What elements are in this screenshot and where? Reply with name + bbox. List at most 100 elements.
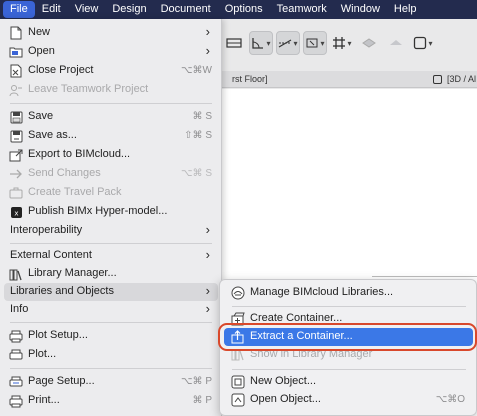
bimx-icon: x xyxy=(9,205,23,219)
menu-item-save-as[interactable]: Save as... ⇧⌘ S xyxy=(4,127,218,145)
view-mode-button[interactable]: ▾ xyxy=(411,31,435,55)
shortcut-label: ⌥⌘W xyxy=(181,65,212,76)
new-document-icon xyxy=(9,26,23,40)
open-object-icon xyxy=(231,393,245,407)
menu-separator xyxy=(10,368,212,369)
menu-teamwork[interactable]: Teamwork xyxy=(270,0,334,19)
export-bimcloud-icon xyxy=(9,148,23,162)
menu-edit[interactable]: Edit xyxy=(35,0,68,19)
layer-tool-button[interactable] xyxy=(357,31,381,55)
wall-tool-button[interactable] xyxy=(222,31,246,55)
fill-icon xyxy=(390,40,402,45)
wall-icon xyxy=(226,38,242,48)
svg-text:x: x xyxy=(14,209,18,217)
submenu-item-manage-bimcloud-libraries[interactable]: Manage BIMcloud Libraries... xyxy=(224,284,473,302)
menu-file[interactable]: File xyxy=(3,1,35,18)
slab-tool-button[interactable]: ▾ xyxy=(276,31,300,55)
plot-setup-icon xyxy=(9,329,23,343)
dropdown-arrow: ▾ xyxy=(266,38,271,48)
shortcut-label: ⌘ P xyxy=(192,395,212,406)
fill-tool-button[interactable] xyxy=(384,31,408,55)
menu-separator xyxy=(232,369,466,370)
mesh-icon xyxy=(306,38,318,48)
menu-item-page-setup[interactable]: Page Setup... ⌥⌘ P xyxy=(4,373,218,391)
menu-item-publish-bimx[interactable]: x Publish BIMx Hyper-model... xyxy=(4,203,218,221)
menu-item-label: Create Travel Pack xyxy=(28,186,122,198)
menu-item-new[interactable]: New › xyxy=(4,24,218,42)
menu-item-label: Leave Teamwork Project xyxy=(28,83,149,95)
submenu-item-new-object[interactable]: New Object... xyxy=(224,373,473,391)
menu-item-library-manager[interactable]: Library Manager... xyxy=(4,265,218,283)
menu-separator xyxy=(10,243,212,244)
menu-separator xyxy=(10,322,212,323)
menu-item-close-project[interactable]: Close Project ⌥⌘W xyxy=(4,62,218,80)
menu-item-leave-teamwork: Leave Teamwork Project xyxy=(4,81,218,99)
menu-item-interoperability[interactable]: Interoperability › xyxy=(4,222,218,240)
submenu-arrow-icon: › xyxy=(205,301,210,316)
submenu-item-open-object[interactable]: Open Object... ⌥⌘O xyxy=(224,391,473,409)
menu-item-open[interactable]: Open › xyxy=(4,43,218,61)
menu-item-libraries-and-objects[interactable]: Libraries and Objects › xyxy=(4,283,218,301)
grid-icon xyxy=(333,37,346,49)
menu-item-info[interactable]: Info › xyxy=(4,301,218,319)
menu-item-send-changes: Send Changes ⌥⌘ S xyxy=(4,165,218,183)
tab-3d-label: [3D / Al xyxy=(447,74,477,84)
menu-item-label: Library Manager... xyxy=(28,267,117,279)
toolbar: ▾ ▾ ▾ ▾ ▾ xyxy=(222,26,477,60)
library-manager-icon xyxy=(9,267,23,281)
menu-item-external-content[interactable]: External Content › xyxy=(4,247,218,265)
menu-item-label: Open xyxy=(28,45,55,57)
open-folder-icon xyxy=(9,45,23,59)
bimcloud-libraries-icon xyxy=(231,286,245,300)
shortcut-label: ⌥⌘O xyxy=(435,394,465,405)
menu-item-print[interactable]: Print... ⌘ P xyxy=(4,392,218,410)
close-project-icon xyxy=(9,64,23,78)
3d-view-icon xyxy=(433,75,442,84)
menu-bar: File Edit View Design Document Options T… xyxy=(0,0,477,19)
shortcut-label: ⌥⌘ P xyxy=(181,376,212,387)
mesh-tool-button[interactable]: ▾ xyxy=(303,31,327,55)
dropdown-arrow: ▾ xyxy=(293,38,298,48)
leave-teamwork-icon xyxy=(9,83,23,97)
menu-item-plot[interactable]: Plot... xyxy=(4,346,218,364)
menu-window[interactable]: Window xyxy=(334,0,387,19)
menu-item-label: Interoperability xyxy=(10,224,83,236)
submenu-item-label: Manage BIMcloud Libraries... xyxy=(250,286,394,298)
print-icon xyxy=(9,394,23,408)
dropdown-arrow: ▾ xyxy=(320,38,325,48)
menu-item-label: Save xyxy=(28,110,54,122)
page-setup-icon xyxy=(9,375,23,389)
menu-help[interactable]: Help xyxy=(387,0,424,19)
shortcut-label: ⌘ S xyxy=(192,111,212,122)
menu-item-create-travel-pack: Create Travel Pack xyxy=(4,184,218,202)
file-menu: New › Open › Close Project ⌥⌘W Leave Tea… xyxy=(0,19,222,416)
grid-tool-button[interactable]: ▾ xyxy=(330,31,354,55)
menu-item-label: Info xyxy=(10,303,29,315)
dropdown-arrow: ▾ xyxy=(347,38,352,48)
shortcut-label: ⇧⌘ S xyxy=(184,130,212,141)
menu-view[interactable]: View xyxy=(68,0,106,19)
submenu-arrow-icon: › xyxy=(205,43,210,58)
menu-options[interactable]: Options xyxy=(218,0,270,19)
submenu-arrow-icon: › xyxy=(205,24,210,39)
menu-item-label: Save as... xyxy=(28,129,77,141)
slab-icon xyxy=(279,39,292,48)
tab-3d-view[interactable]: [3D / Al xyxy=(431,71,476,88)
menu-item-label: Print... xyxy=(28,394,60,406)
canvas-edge-line xyxy=(372,276,477,277)
menu-item-export-bimcloud[interactable]: Export to BIMcloud... xyxy=(4,146,218,164)
angle-tool-button[interactable]: ▾ xyxy=(249,31,273,55)
submenu-arrow-icon: › xyxy=(205,222,210,237)
menu-item-plot-setup[interactable]: Plot Setup... xyxy=(4,327,218,345)
menu-separator xyxy=(232,306,466,307)
menu-design[interactable]: Design xyxy=(105,0,153,19)
save-icon xyxy=(9,110,23,124)
submenu-item-label: New Object... xyxy=(250,375,317,387)
menu-item-save[interactable]: Save ⌘ S xyxy=(4,108,218,126)
floor-plan-tab[interactable]: rst Floor] xyxy=(232,74,268,84)
menu-item-label: External Content xyxy=(10,249,92,261)
menu-document[interactable]: Document xyxy=(154,0,218,19)
menu-item-label: Send Changes xyxy=(28,167,101,179)
submenu-arrow-icon: › xyxy=(205,247,210,262)
submenu-arrow-icon: › xyxy=(205,283,210,298)
